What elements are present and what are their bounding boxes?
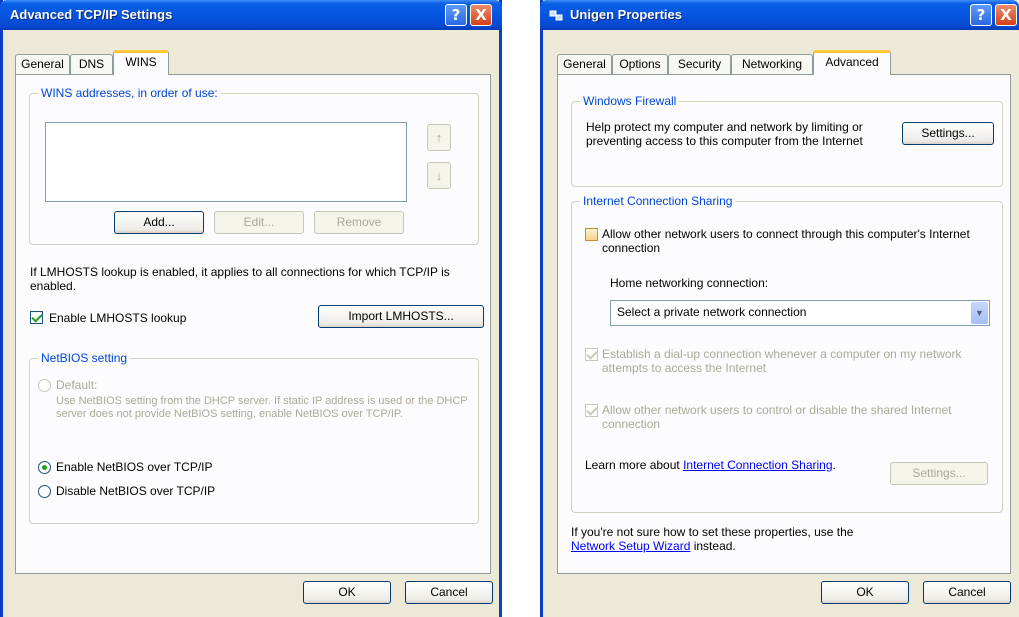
wins-group-label: WINS addresses, in order of use: [38,86,221,100]
tab-dns[interactable]: DNS [70,54,113,74]
edit-button[interactable]: Edit... [214,211,304,234]
import-lmhosts-button[interactable]: Import LMHOSTS... [318,305,484,328]
disable-netbios-radio[interactable] [38,485,51,498]
allow-connect-label: Allow other network users to connect thr… [602,227,970,255]
wins-addresses-group: WINS addresses, in order of use: ↑ ↓ Add… [29,86,479,245]
default-radio[interactable] [38,379,51,392]
firewall-group-label: Windows Firewall [580,94,680,108]
move-down-button[interactable]: ↓ [427,162,451,189]
learn-more-suffix: . [832,458,836,472]
enable-netbios-radio[interactable] [38,461,51,474]
ics-group-label: Internet Connection Sharing [580,194,736,208]
firewall-description: Help protect my computer and network by … [586,120,863,148]
not-sure-suffix: instead. [693,539,736,553]
dialog-title: Unigen Properties [570,7,682,22]
remove-button[interactable]: Remove [314,211,404,234]
learn-more-text: Learn more about Internet Connection Sha… [585,458,865,472]
default-description: Use NetBIOS setting from the DHCP server… [56,395,468,420]
netbios-group: NetBIOS setting Default: Use NetBIOS set… [29,351,479,524]
close-button[interactable]: X [995,4,1017,26]
title-bar[interactable]: Advanced TCP/IP Settings ? X [0,0,502,30]
disable-netbios-label: Disable NetBIOS over TCP/IP [56,484,216,498]
advanced-tcpip-dialog: Advanced TCP/IP Settings ? X General DNS… [0,0,502,617]
tab-advanced[interactable]: Advanced [813,50,891,75]
firewall-settings-button[interactable]: Settings... [902,122,994,145]
wins-address-list[interactable] [45,122,407,202]
default-radio-label: Default: [56,378,98,392]
help-button[interactable]: ? [445,4,467,26]
arrow-up-icon: ↑ [435,130,443,145]
tab-general[interactable]: General [15,54,70,74]
dialog-title: Advanced TCP/IP Settings [10,7,173,22]
internet-connection-sharing-group: Internet Connection Sharing Allow other … [571,194,1003,513]
close-button[interactable]: X [470,4,492,26]
ics-settings-button[interactable]: Settings... [890,462,988,485]
wins-panel: WINS addresses, in order of use: ↑ ↓ Add… [15,74,491,574]
move-up-button[interactable]: ↑ [427,124,451,151]
advanced-panel: Windows Firewall Help protect my compute… [557,74,1011,574]
learn-more-prefix: Learn more about [585,458,680,472]
network-setup-wizard-link[interactable]: Network Setup Wizard [571,539,690,553]
lmhosts-info-text: If LMHOSTS lookup is enabled, it applies… [30,265,450,293]
title-bar[interactable]: Unigen Properties ? X [540,0,1019,30]
help-button[interactable]: ? [970,4,992,26]
network-connection-icon [549,10,563,21]
allow-connect-checkbox[interactable] [585,228,598,241]
ics-help-link[interactable]: Internet Connection Sharing [683,458,832,472]
windows-firewall-group: Windows Firewall Help protect my compute… [571,94,1003,187]
tab-general[interactable]: General [557,54,612,74]
tab-security[interactable]: Security [668,54,731,74]
dialup-checkbox[interactable] [585,348,598,361]
arrow-down-icon: ↓ [435,168,443,183]
home-networking-value: Select a private network connection [617,305,807,319]
allow-control-checkbox[interactable] [585,404,598,417]
add-button[interactable]: Add... [114,211,204,234]
not-sure-prefix: If you're not sure how to set these prop… [571,525,854,539]
enable-netbios-label: Enable NetBIOS over TCP/IP [56,460,213,474]
ok-button[interactable]: OK [821,581,909,604]
allow-control-label: Allow other network users to control or … [602,403,952,431]
tab-options[interactable]: Options [612,54,668,74]
unigen-properties-dialog: Unigen Properties ? X General Options Se… [540,0,1019,617]
not-sure-text: If you're not sure how to set these prop… [571,525,891,553]
enable-lmhosts-label: Enable LMHOSTS lookup [49,311,187,325]
tab-wins[interactable]: WINS [113,50,169,75]
cancel-button[interactable]: Cancel [405,581,493,604]
tab-networking[interactable]: Networking [731,54,813,74]
cancel-button[interactable]: Cancel [923,581,1011,604]
ok-button[interactable]: OK [303,581,391,604]
netbios-group-label: NetBIOS setting [38,351,131,365]
chevron-down-icon[interactable]: ▼ [971,302,988,324]
enable-lmhosts-checkbox[interactable] [30,311,43,324]
home-networking-label: Home networking connection: [610,276,769,290]
home-networking-select[interactable]: Select a private network connection ▼ [610,300,990,326]
dialup-label: Establish a dial-up connection whenever … [602,347,962,375]
